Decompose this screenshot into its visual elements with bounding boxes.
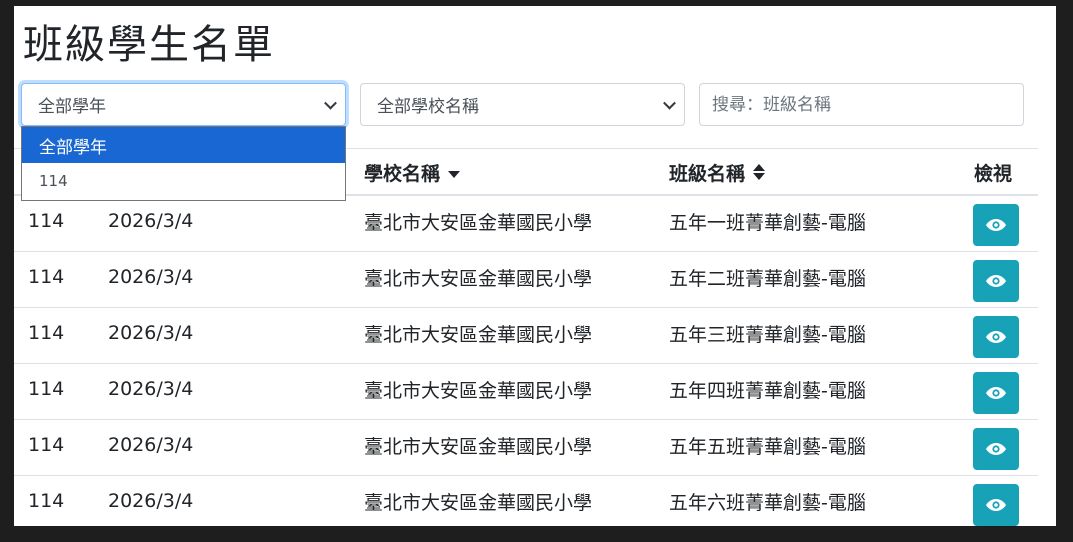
cell-year: 114	[28, 266, 65, 288]
chevron-down-icon	[663, 96, 676, 110]
cell-class: 五年三班菁華創藝-電腦	[669, 323, 866, 346]
cell-date: 2026/3/4	[108, 210, 194, 232]
cell-school: 臺北市大安區金華國民小學	[364, 379, 593, 402]
table-row: 114 2026/3/4 臺北市大安區金華國民小學 五年二班菁華創藝-電腦	[14, 252, 1038, 308]
view-button[interactable]	[973, 484, 1019, 526]
cell-year: 114	[28, 378, 65, 400]
eye-icon	[986, 387, 1006, 399]
cell-year: 114	[28, 490, 65, 512]
dropdown-option-114[interactable]: 114	[22, 163, 345, 199]
page-title: 班級學生名單	[23, 22, 275, 68]
cell-school: 臺北市大安區金華國民小學	[364, 435, 593, 458]
table-row: 114 2026/3/4 臺北市大安區金華國民小學 五年三班菁華創藝-電腦	[14, 308, 1038, 364]
table-row: 114 2026/3/4 臺北市大安區金華國民小學 五年一班菁華創藝-電腦	[14, 196, 1038, 252]
eye-icon	[986, 499, 1006, 511]
header-school-label: 學校名稱	[364, 162, 441, 185]
cell-date: 2026/3/4	[108, 322, 194, 344]
header-view-label: 檢視	[974, 162, 1013, 185]
table-row: 114 2026/3/4 臺北市大安區金華國民小學 五年六班菁華創藝-電腦	[14, 476, 1038, 526]
view-button[interactable]	[973, 316, 1019, 358]
eye-icon	[986, 219, 1006, 231]
content-panel: 班級學生名單 全部學年 全部學校名稱 學校名稱 班級名稱 檢視 114 2026…	[14, 6, 1056, 526]
cell-class: 五年四班菁華創藝-電腦	[669, 379, 866, 402]
sort-icon	[753, 164, 766, 180]
cell-date: 2026/3/4	[108, 378, 194, 400]
cell-class: 五年五班菁華創藝-電腦	[669, 435, 866, 458]
year-select-value: 全部學年	[38, 97, 106, 117]
eye-icon	[986, 331, 1006, 343]
class-table: 學校名稱 班級名稱 檢視 114 2026/3/4 臺北市大安區金華國民小學 五…	[14, 148, 1038, 526]
header-class-label: 班級名稱	[669, 162, 746, 185]
cell-school: 臺北市大安區金華國民小學	[364, 211, 593, 234]
header-view: 檢視	[974, 149, 1012, 195]
cell-class: 五年二班菁華創藝-電腦	[669, 267, 866, 290]
year-dropdown-list: 全部學年 114	[21, 126, 346, 201]
chevron-down-icon	[324, 96, 337, 110]
view-button[interactable]	[973, 372, 1019, 414]
cell-date: 2026/3/4	[108, 490, 194, 512]
dropdown-option-all-years[interactable]: 全部學年	[22, 127, 345, 163]
cell-school: 臺北市大安區金華國民小學	[364, 491, 593, 514]
cell-year: 114	[28, 434, 65, 456]
year-select[interactable]: 全部學年	[21, 83, 346, 126]
cell-class: 五年六班菁華創藝-電腦	[669, 491, 866, 514]
eye-icon	[986, 275, 1006, 287]
view-button[interactable]	[973, 204, 1019, 246]
cell-school: 臺北市大安區金華國民小學	[364, 323, 593, 346]
view-button[interactable]	[973, 428, 1019, 470]
header-school-name[interactable]: 學校名稱	[364, 149, 461, 195]
school-select[interactable]: 全部學校名稱	[360, 83, 685, 126]
search-input[interactable]	[699, 83, 1024, 126]
sort-desc-icon	[448, 170, 461, 178]
school-select-value: 全部學校名稱	[377, 97, 479, 117]
table-row: 114 2026/3/4 臺北市大安區金華國民小學 五年五班菁華創藝-電腦	[14, 420, 1038, 476]
table-body: 114 2026/3/4 臺北市大安區金華國民小學 五年一班菁華創藝-電腦 11…	[14, 196, 1038, 526]
cell-date: 2026/3/4	[108, 266, 194, 288]
eye-icon	[986, 443, 1006, 455]
header-class-name[interactable]: 班級名稱	[669, 149, 766, 195]
cell-date: 2026/3/4	[108, 434, 194, 456]
cell-year: 114	[28, 322, 65, 344]
table-row: 114 2026/3/4 臺北市大安區金華國民小學 五年四班菁華創藝-電腦	[14, 364, 1038, 420]
cell-class: 五年一班菁華創藝-電腦	[669, 211, 866, 234]
cell-year: 114	[28, 210, 65, 232]
cell-school: 臺北市大安區金華國民小學	[364, 267, 593, 290]
view-button[interactable]	[973, 260, 1019, 302]
